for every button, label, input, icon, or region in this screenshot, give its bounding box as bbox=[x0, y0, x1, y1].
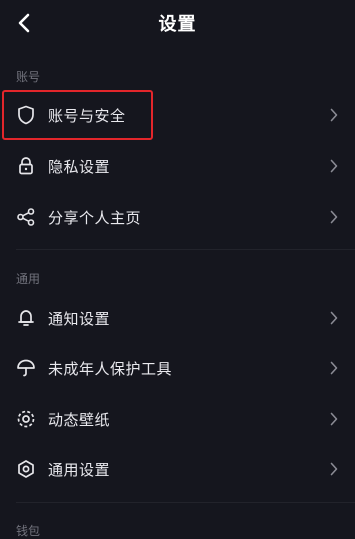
menu-item-account-security[interactable]: 账号与安全 bbox=[0, 91, 355, 139]
menu-item-label: 通用设置 bbox=[48, 461, 111, 479]
menu-item-notifications[interactable]: 通知设置 bbox=[0, 294, 355, 342]
chevron-right-icon bbox=[329, 107, 339, 123]
page-title: 设置 bbox=[158, 14, 197, 35]
bell-icon bbox=[15, 307, 37, 329]
chevron-right-icon bbox=[329, 158, 339, 174]
section-label-general: 通用 bbox=[16, 272, 41, 286]
menu-item-label: 隐私设置 bbox=[48, 158, 111, 176]
section-divider bbox=[16, 249, 355, 250]
menu-item-label: 账号与安全 bbox=[48, 107, 126, 125]
menu-item-label: 未成年人保护工具 bbox=[48, 360, 173, 378]
chevron-right-icon bbox=[329, 360, 339, 376]
chevron-right-icon bbox=[329, 209, 339, 225]
menu-item-share-profile[interactable]: 分享个人主页 bbox=[0, 193, 355, 241]
menu-item-label: 分享个人主页 bbox=[48, 209, 142, 227]
lock-icon bbox=[15, 155, 37, 177]
section-label-account: 账号 bbox=[16, 70, 41, 84]
menu-item-general-settings[interactable]: 通用设置 bbox=[0, 445, 355, 493]
umbrella-icon bbox=[15, 357, 37, 379]
menu-item-label: 动态壁纸 bbox=[48, 411, 111, 429]
hexagon-settings-icon bbox=[15, 458, 37, 480]
menu-item-live-wallpaper[interactable]: 动态壁纸 bbox=[0, 395, 355, 443]
menu-item-privacy[interactable]: 隐私设置 bbox=[0, 142, 355, 190]
menu-item-minor-protection[interactable]: 未成年人保护工具 bbox=[0, 344, 355, 392]
menu-item-label: 通知设置 bbox=[48, 310, 111, 328]
wallpaper-icon bbox=[15, 408, 37, 430]
section-label-wallet: 钱包 bbox=[16, 524, 41, 538]
section-divider bbox=[16, 502, 355, 503]
header-bar: 设置 bbox=[0, 0, 355, 46]
chevron-right-icon bbox=[329, 310, 339, 326]
share-icon bbox=[15, 206, 37, 228]
chevron-right-icon bbox=[329, 461, 339, 477]
shield-icon bbox=[15, 104, 37, 126]
chevron-right-icon bbox=[329, 411, 339, 427]
